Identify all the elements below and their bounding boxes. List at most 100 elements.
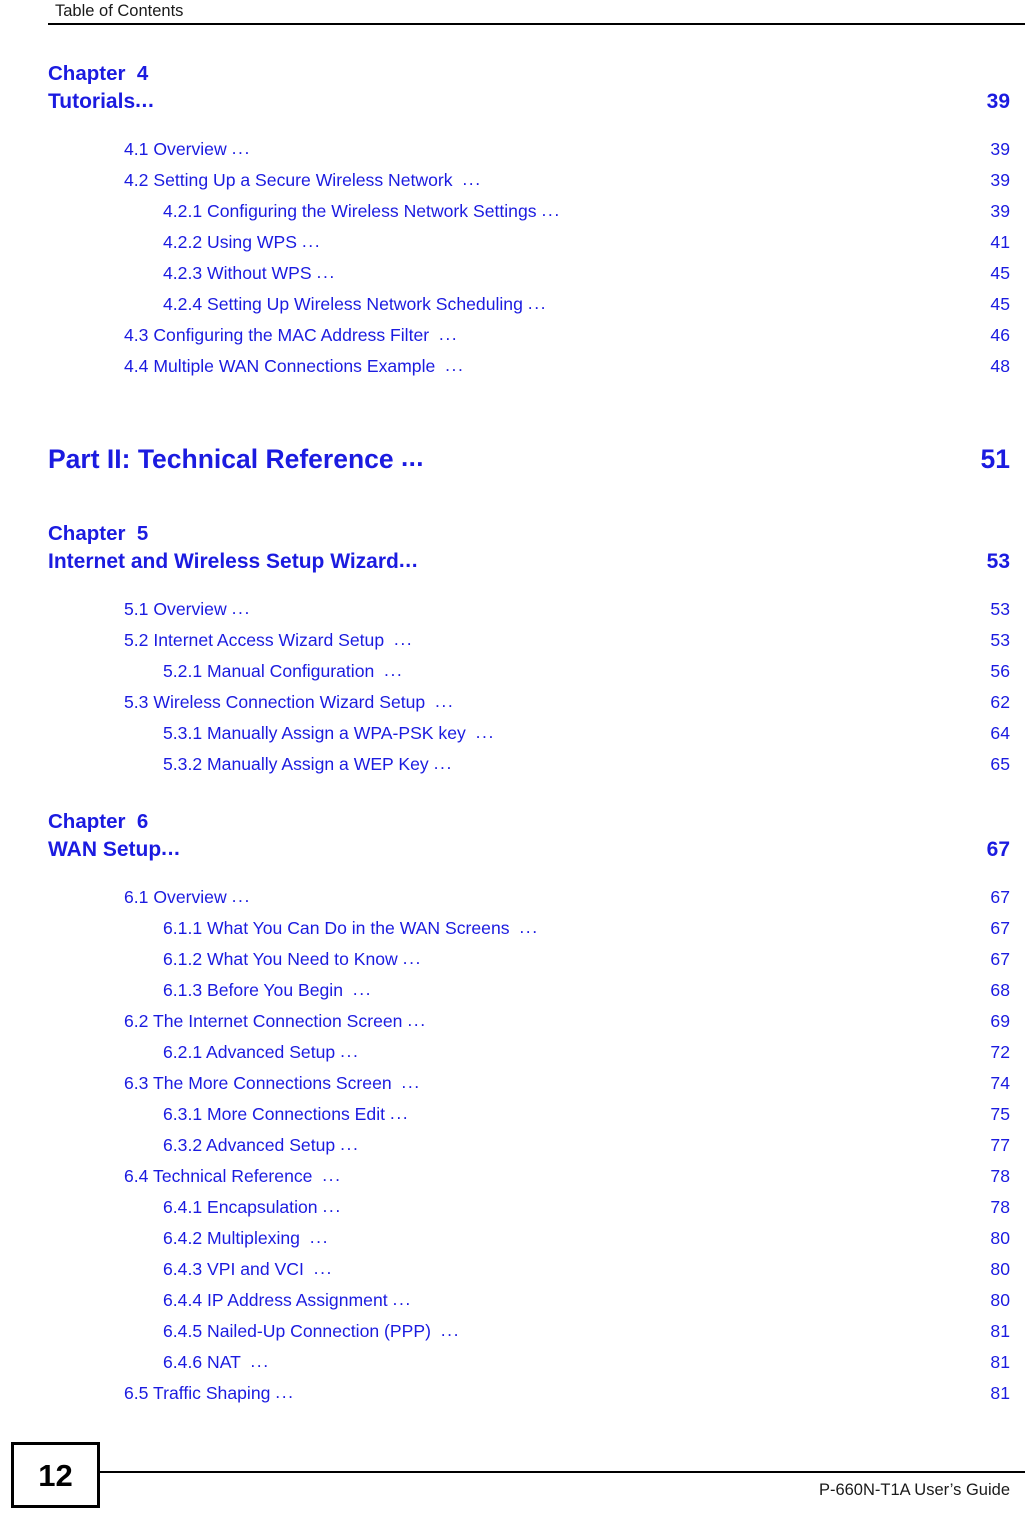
toc-entry-page: 53: [990, 599, 1010, 619]
toc-entry-label: 6.2 The Internet Connection Screen: [124, 1011, 408, 1031]
toc-entry[interactable]: 6.4 Technical Reference ... 78: [0, 1161, 1025, 1192]
toc-entry-label: 6.1 Overview: [124, 887, 232, 907]
page-number-box: 12: [11, 1442, 100, 1508]
leader-dots: ...: [475, 722, 495, 742]
toc-entry-label: 6.1.2 What You Need to Know: [163, 949, 403, 969]
chapter-entry-6[interactable]: WAN Setup ... 67: [48, 835, 1010, 864]
toc-entry[interactable]: 6.4.2 Multiplexing ... 80: [0, 1223, 1025, 1254]
toc-entry-page: 67: [990, 918, 1010, 938]
leader-dots: ...: [392, 1289, 412, 1309]
chapter-heading-6: Chapter 6 WAN Setup ... 67: [0, 808, 1025, 864]
page-footer: 12 P-660N-T1A User’s Guide: [0, 1434, 1025, 1524]
part-entry-2[interactable]: Part II: Technical Reference ... 51: [0, 442, 1025, 476]
chapter-5-entries: 5.1 Overview ... 53 5.2 Internet Access Wi…: [0, 594, 1025, 780]
chapter-heading-4: Chapter 4 Tutorials ... 39: [0, 60, 1025, 116]
leader-dots: ...: [401, 1072, 421, 1092]
toc-entry-label: 5.1 Overview: [124, 599, 232, 619]
toc-entry[interactable]: 5.1 Overview ... 53: [0, 594, 1025, 625]
toc-entry[interactable]: 4.2.1 Configuring the Wireless Network S…: [0, 196, 1025, 227]
chapter-entry-5[interactable]: Internet and Wireless Setup Wizard ... 5…: [48, 547, 1010, 576]
toc-entry[interactable]: 5.2 Internet Access Wizard Setup ... 53: [0, 625, 1025, 656]
toc-entry[interactable]: 4.1 Overview ... 39: [0, 134, 1025, 165]
leader-dots: ...: [250, 1351, 270, 1371]
toc-entry-page: 53: [990, 630, 1010, 650]
toc-entry[interactable]: 6.4.1 Encapsulation ... 78: [0, 1192, 1025, 1223]
page-header: Table of Contents: [0, 0, 1025, 28]
toc-entry-label: 6.3.1 More Connections Edit: [163, 1104, 390, 1124]
leader-dots: ...: [301, 231, 322, 251]
toc-entry-label: 4.2.4 Setting Up Wireless Network Schedu…: [163, 294, 528, 314]
toc-entry-label: 6.1.3 Before You Begin: [163, 980, 353, 1000]
footer-guide-title: P-660N-T1A User’s Guide: [818, 1481, 1010, 1499]
toc-entry[interactable]: 6.1.1 What You Can Do in the WAN Screens…: [0, 913, 1025, 944]
toc-entry-label: 6.4.6 NAT: [163, 1352, 251, 1372]
chapter-title-6: WAN Setup: [48, 838, 162, 861]
chapter-title-4: Tutorials: [48, 90, 136, 113]
toc-entry[interactable]: 4.3 Configuring the MAC Address Filter .…: [0, 320, 1025, 351]
leader-dots: ...: [400, 442, 424, 472]
toc-entry-page: 64: [990, 723, 1010, 743]
toc-entry[interactable]: 6.3.1 More Connections Edit ... 75: [0, 1099, 1025, 1130]
leader-dots: ...: [316, 262, 336, 282]
toc-entry[interactable]: 4.4 Multiple WAN Connections Example ...…: [0, 351, 1025, 382]
toc-entry-label: 6.4.2 Multiplexing: [163, 1228, 310, 1248]
leader-dots: ...: [445, 355, 465, 375]
toc-entry-page: 65: [990, 754, 1010, 774]
toc-entry-label: 5.3.1 Manually Assign a WPA-PSK key: [163, 723, 476, 743]
chapter-label-5: Chapter 5: [48, 522, 149, 545]
toc-entry-label: 5.3.2 Manually Assign a WEP Key: [163, 754, 434, 774]
page-header-title: Table of Contents: [55, 2, 184, 20]
leader-dots: ...: [541, 200, 561, 220]
toc-entry[interactable]: 5.3.2 Manually Assign a WEP Key ... 65: [0, 749, 1025, 780]
toc-entry[interactable]: 6.3.2 Advanced Setup ... 77: [0, 1130, 1025, 1161]
toc-entry-page: 67: [990, 887, 1010, 907]
toc-entry[interactable]: 6.2 The Internet Connection Screen ... 69: [0, 1006, 1025, 1037]
toc-entry[interactable]: 6.4.3 VPI and VCI ... 80: [0, 1254, 1025, 1285]
toc-entry[interactable]: 5.2.1 Manual Configuration ... 56: [0, 656, 1025, 687]
toc-entry-page: 81: [990, 1352, 1010, 1372]
toc-entry[interactable]: 4.2.3 Without WPS ... 45: [0, 258, 1025, 289]
toc-entry-label: 6.4.1 Encapsulation: [163, 1197, 323, 1217]
leader-dots: ...: [275, 1382, 295, 1402]
toc-entry[interactable]: 6.4.5 Nailed-Up Connection (PPP) ... 81: [0, 1316, 1025, 1347]
toc-entry-page: 78: [990, 1166, 1010, 1186]
toc-entry-page: 72: [990, 1042, 1010, 1062]
chapter-page-6: 67: [986, 838, 1010, 861]
toc-entry-page: 68: [990, 980, 1010, 1000]
leader-dots: ...: [231, 886, 251, 906]
toc-entry-page: 74: [990, 1073, 1010, 1093]
toc-entry-page: 39: [990, 139, 1010, 159]
toc-entry[interactable]: 6.1.2 What You Need to Know ... 67: [0, 944, 1025, 975]
toc-entry-page: 81: [990, 1383, 1010, 1403]
leader-dots: ...: [231, 138, 251, 158]
leader-dots: ...: [440, 1320, 461, 1340]
toc-entry[interactable]: 5.3.1 Manually Assign a WPA-PSK key ... 6…: [0, 718, 1025, 749]
toc-entry[interactable]: 4.2.4 Setting Up Wireless Network Schedu…: [0, 289, 1025, 320]
toc-entry-page: 67: [990, 949, 1010, 969]
toc-entry-page: 45: [990, 294, 1010, 314]
chapter-entry-4[interactable]: Tutorials ... 39: [48, 87, 1010, 116]
leader-dots: ...: [322, 1196, 342, 1216]
toc-entry[interactable]: 6.3 The More Connections Screen ... 74: [0, 1068, 1025, 1099]
toc-entry[interactable]: 4.2.2 Using WPS ... 41: [0, 227, 1025, 258]
toc-entry-label: 6.2.1 Advanced Setup: [163, 1042, 341, 1062]
toc-entry[interactable]: 6.5 Traffic Shaping ... 81: [0, 1378, 1025, 1409]
toc-entry[interactable]: 6.2.1 Advanced Setup ... 72: [0, 1037, 1025, 1068]
toc-entry[interactable]: 6.4.6 NAT ... 81: [0, 1347, 1025, 1378]
toc-entry-page: 81: [990, 1321, 1010, 1341]
toc-entry-label: 4.4 Multiple WAN Connections Example: [124, 356, 446, 376]
toc-entry-label: 4.3 Configuring the MAC Address Filter: [124, 325, 439, 345]
toc-entry[interactable]: 6.4.4 IP Address Assignment ... 80: [0, 1285, 1025, 1316]
chapter-label-4: Chapter 4: [48, 62, 149, 85]
toc-entry-page: 80: [990, 1228, 1010, 1248]
toc-entry[interactable]: 4.2 Setting Up a Secure Wireless Network…: [0, 165, 1025, 196]
leader-dots: ...: [231, 598, 251, 618]
header-divider: [48, 23, 1025, 25]
leader-dots: ...: [135, 89, 155, 112]
toc-entry[interactable]: 6.1 Overview ... 67: [0, 882, 1025, 913]
toc-entry[interactable]: 5.3 Wireless Connection Wizard Setup ...…: [0, 687, 1025, 718]
toc-entry[interactable]: 6.1.3 Before You Begin ... 68: [0, 975, 1025, 1006]
